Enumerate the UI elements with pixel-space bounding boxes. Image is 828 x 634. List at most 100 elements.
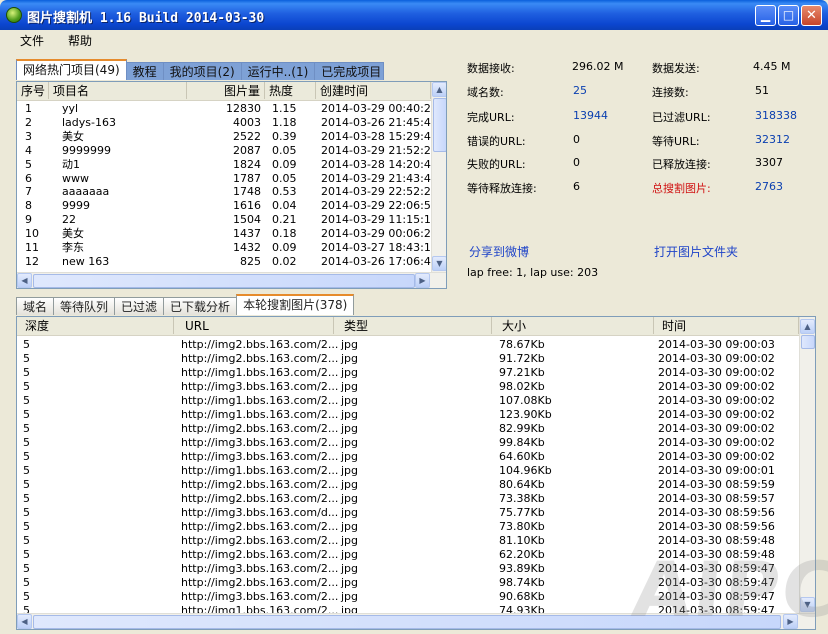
col-url[interactable]: URL [174, 317, 334, 334]
table-row[interactable]: 5 http://img2.bbs.163.com/2... jpg 91.72Kb 2… [17, 352, 799, 366]
stat-waiting-release-label: 等待释放连接: [467, 182, 537, 195]
scroll-left-icon[interactable]: ◀ [17, 614, 32, 629]
scroll-down-icon[interactable]: ▼ [800, 597, 815, 612]
table-row[interactable]: 5 http://img2.bbs.163.com/2... jpg 62.20Kb 2… [17, 548, 799, 562]
table-row[interactable]: 5 http://img3.bbs.163.com/2... jpg 99.84Kb 2… [17, 436, 799, 450]
table-row[interactable]: 4 9999999 2087 0.05 2014-03-29 21:52:24 [17, 144, 438, 158]
table-row[interactable]: 5 http://img2.bbs.163.com/2... jpg 80.64Kb 2… [17, 478, 799, 492]
table-row[interactable]: 5 http://img2.bbs.163.com/2... jpg 82.99Kb 2… [17, 422, 799, 436]
tab-wait-queue[interactable]: 等待队列 [53, 297, 116, 315]
cell-url: http://img3.bbs.163.com/2... [181, 380, 339, 393]
share-weibo-link[interactable]: 分享到微博 [469, 243, 529, 260]
cell-url: http://img3.bbs.163.com/2... [181, 436, 339, 449]
col-depth[interactable]: 深度 [17, 317, 174, 334]
table-row[interactable]: 3 美女 2522 0.39 2014-03-28 15:29:45 [17, 129, 438, 144]
cell-image-count: 1787 [233, 171, 261, 185]
tab-tutorial[interactable]: 教程 [125, 62, 164, 80]
scroll-down-icon[interactable]: ▼ [432, 256, 446, 271]
table-row[interactable]: 5 http://img1.bbs.163.com/2... jpg 107.08Kb… [17, 394, 799, 408]
cell-depth: 5 [23, 450, 30, 463]
table-row[interactable]: 9 22 1504 0.21 2014-03-29 11:15:12 [17, 213, 438, 227]
tab-domains[interactable]: 域名 [16, 297, 55, 315]
table-row[interactable]: 12 new 163 825 0.02 2014-03-26 17:06:47 [17, 255, 438, 269]
table-row[interactable]: 8 9999 1616 0.04 2014-03-29 22:06:55 [17, 199, 438, 213]
scroll-right-icon[interactable]: ▶ [783, 614, 798, 629]
cell-image-count: 4003 [233, 115, 261, 129]
open-folder-link[interactable]: 打开图片文件夹 [654, 243, 738, 260]
tab-completed[interactable]: 已完成项目 [314, 62, 385, 80]
col-time[interactable]: 时间 [654, 317, 799, 334]
projects-vscroll[interactable]: ▲ ▼ [431, 82, 446, 272]
tab-download-analysis[interactable]: 已下载分析 [163, 297, 238, 315]
hscroll-thumb[interactable] [33, 615, 781, 629]
table-row[interactable]: 5 动1 1824 0.09 2014-03-28 14:20:48 [17, 158, 438, 172]
table-row[interactable]: 2 ladys-163 4003 1.18 2014-03-26 21:45:44 [17, 115, 438, 130]
table-row[interactable]: 5 http://img2.bbs.163.com/2... jpg 81.10Kb 2… [17, 534, 799, 548]
col-type[interactable]: 类型 [334, 317, 492, 334]
table-row[interactable]: 5 http://img2.bbs.163.com/2... jpg 78.67Kb 2… [17, 338, 799, 352]
stat-recv-label: 数据接收: [467, 62, 515, 75]
table-row[interactable]: 5 http://img3.bbs.163.com/2... jpg 98.02Kb 2… [17, 380, 799, 394]
col-size[interactable]: 大小 [492, 317, 654, 334]
table-row[interactable]: 10 美女 1437 0.18 2014-03-29 00:06:21 [17, 227, 438, 241]
tab-running[interactable]: 运行中..(1) [240, 62, 316, 80]
cell-heat: 0.39 [272, 129, 297, 143]
table-row[interactable]: 6 www 1787 0.05 2014-03-29 21:43:40 [17, 171, 438, 186]
col-heat[interactable]: 热度 [265, 82, 316, 99]
table-row[interactable]: 5 http://img1.bbs.163.com/2... jpg 97.21Kb 2… [17, 366, 799, 380]
col-index[interactable]: 序号 [17, 82, 49, 99]
projects-hscroll[interactable]: ◀ ▶ [17, 272, 446, 288]
col-created[interactable]: 创建时间 [316, 82, 431, 99]
cell-time: 2014-03-30 08:59:48 [658, 548, 775, 561]
table-row[interactable]: 5 http://img3.bbs.163.com/2... jpg 93.89Kb 2… [17, 562, 799, 576]
hscroll-thumb[interactable] [33, 274, 415, 288]
minimize-button[interactable]: ▁ [755, 5, 776, 26]
table-row[interactable]: 5 http://img2.bbs.163.com/2... jpg 73.80Kb 2… [17, 520, 799, 534]
tab-my-projects[interactable]: 我的项目(2) [162, 62, 242, 80]
scroll-thumb[interactable] [433, 98, 446, 152]
scroll-left-icon[interactable]: ◀ [17, 273, 32, 288]
table-row[interactable]: 5 http://img2.bbs.163.com/2... jpg 73.38Kb 2… [17, 492, 799, 506]
projects-list[interactable]: 序号 项目名 图片量 热度 创建时间 1 yyl 12830 1.15 2014-03-… [16, 81, 447, 289]
scroll-up-icon[interactable]: ▲ [432, 82, 446, 97]
table-row[interactable]: 5 http://img1.bbs.163.com/2... jpg 104.96Kb… [17, 464, 799, 478]
table-row[interactable]: 1 yyl 12830 1.15 2014-03-29 00:40:24 [17, 102, 438, 116]
app-icon[interactable] [6, 7, 22, 23]
tab-filtered[interactable]: 已过滤 [114, 297, 165, 315]
images-hscroll[interactable]: ◀ ▶ [17, 613, 815, 629]
cell-depth: 5 [23, 520, 30, 533]
cell-type: jpg [341, 562, 359, 575]
table-row[interactable]: 5 http://img3.bbs.163.com/d... jpg 75.77Kb 2… [17, 506, 799, 520]
table-row[interactable]: 5 http://img1.bbs.163.com/2... jpg 123.90Kb… [17, 408, 799, 422]
cell-url: http://img2.bbs.163.com/2... [181, 534, 339, 547]
table-row[interactable]: 7 aaaaaaa 1748 0.53 2014-03-29 22:52:23 [17, 185, 438, 199]
col-project-name[interactable]: 项目名 [49, 82, 187, 99]
menu-file[interactable]: 文件 [20, 32, 44, 49]
cell-depth: 5 [23, 492, 30, 505]
cell-index: 11 [25, 241, 39, 254]
stat-recv-value: 296.02 M [572, 60, 624, 73]
stat-error-url-value: 0 [573, 133, 580, 146]
cell-url: http://img2.bbs.163.com/2... [181, 576, 339, 589]
project-tabs: 网络热门项目(49) 教程 我的项目(2) 运行中..(1) 已完成项目 [16, 59, 385, 80]
table-row[interactable]: 5 http://img3.bbs.163.com/2... jpg 64.60Kb 2… [17, 450, 799, 464]
cell-time: 2014-03-30 09:00:02 [658, 436, 775, 449]
table-row[interactable]: 11 李东 1432 0.09 2014-03-27 18:43:18 [17, 241, 438, 255]
table-row[interactable]: 5 http://img3.bbs.163.com/2... jpg 90.68Kb 2… [17, 590, 799, 604]
close-button[interactable]: ✕ [801, 5, 822, 26]
images-vscroll[interactable]: ▲ ▼ [799, 317, 815, 613]
scroll-right-icon[interactable]: ▶ [415, 273, 430, 288]
menu-help[interactable]: 帮助 [68, 32, 92, 49]
col-image-count[interactable]: 图片量 [187, 82, 265, 99]
tab-hot-projects[interactable]: 网络热门项目(49) [16, 59, 127, 80]
scroll-thumb[interactable] [801, 335, 815, 349]
tab-round-images[interactable]: 本轮搜割图片(378) [236, 294, 355, 315]
table-row[interactable]: 5 http://img2.bbs.163.com/2... jpg 98.74Kb 2… [17, 576, 799, 590]
stat-done-url-value: 13944 [573, 109, 608, 122]
cell-size: 123.90Kb [499, 408, 552, 421]
title-bar[interactable]: 图片搜割机 1.16 Build 2014-03-30 ▁ □ ✕ [0, 0, 828, 30]
maximize-button[interactable]: □ [778, 5, 799, 26]
images-list[interactable]: 深度 URL 类型 大小 时间 5 http://img2.bbs.163.com… [16, 316, 816, 630]
cell-size: 82.99Kb [499, 422, 545, 435]
scroll-up-icon[interactable]: ▲ [800, 319, 815, 334]
